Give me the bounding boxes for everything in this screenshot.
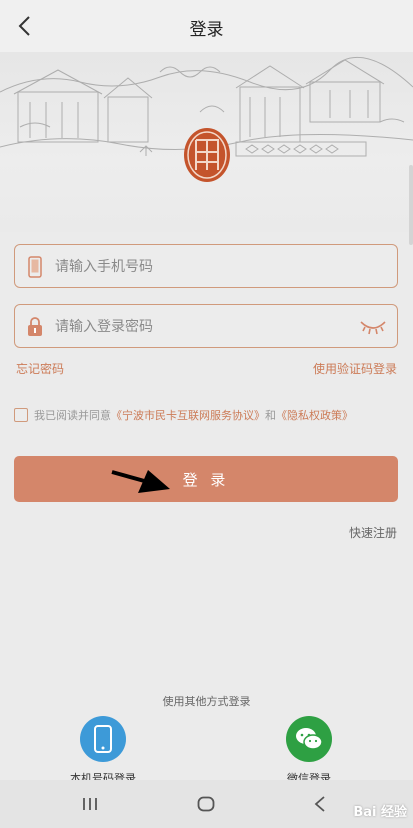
lock-icon [25,315,45,339]
phone-field[interactable] [14,244,398,288]
sms-login-link[interactable]: 使用验证码登录 [313,360,397,377]
hero-banner [0,52,413,232]
other-login-title: 使用其他方式登录 [162,695,251,708]
seal-logo [184,128,230,182]
service-agreement-link[interactable]: 《宁波市民卡互联网服务协议》 [111,407,265,423]
side-scroll-handle[interactable] [409,165,413,245]
password-field[interactable] [14,304,398,348]
login-button[interactable]: 登 录 [14,456,398,502]
phone-icon [80,716,126,762]
login-button-label: 登 录 [182,470,230,489]
quick-register-link[interactable]: 快速注册 [349,524,397,541]
watermark: Bai 经验 [353,805,407,820]
wechat-login-button[interactable]: 微信登录 [259,716,359,786]
eye-closed-icon[interactable] [359,318,387,336]
arrow-icon [111,470,170,493]
phone-icon [25,255,45,279]
page-title: 登录 [189,20,224,40]
privacy-policy-link[interactable]: 《隐私权政策》 [276,407,353,423]
phone-number-login-button[interactable]: 本机号码登录 [53,716,153,786]
wechat-icon [286,716,332,762]
system-navigation-bar: Bai 经验 [0,780,413,828]
top-bar: 登录 [0,0,413,52]
home-icon[interactable] [194,792,218,816]
ink-landscape-illustration [0,56,413,182]
agreement-checkbox[interactable] [14,408,28,422]
password-input[interactable] [55,313,355,341]
agreement-prefix: 我已阅读并同意 [34,409,111,422]
back-nav-icon[interactable] [308,792,332,816]
recent-apps-icon[interactable] [78,792,102,816]
agreement-and: 和 [265,409,276,422]
agreement-row: 我已阅读并同意 《宁波市民卡互联网服务协议》 和 《隐私权政策》 [14,406,353,424]
phone-input[interactable] [55,253,355,281]
forgot-password-link[interactable]: 忘记密码 [16,360,64,377]
